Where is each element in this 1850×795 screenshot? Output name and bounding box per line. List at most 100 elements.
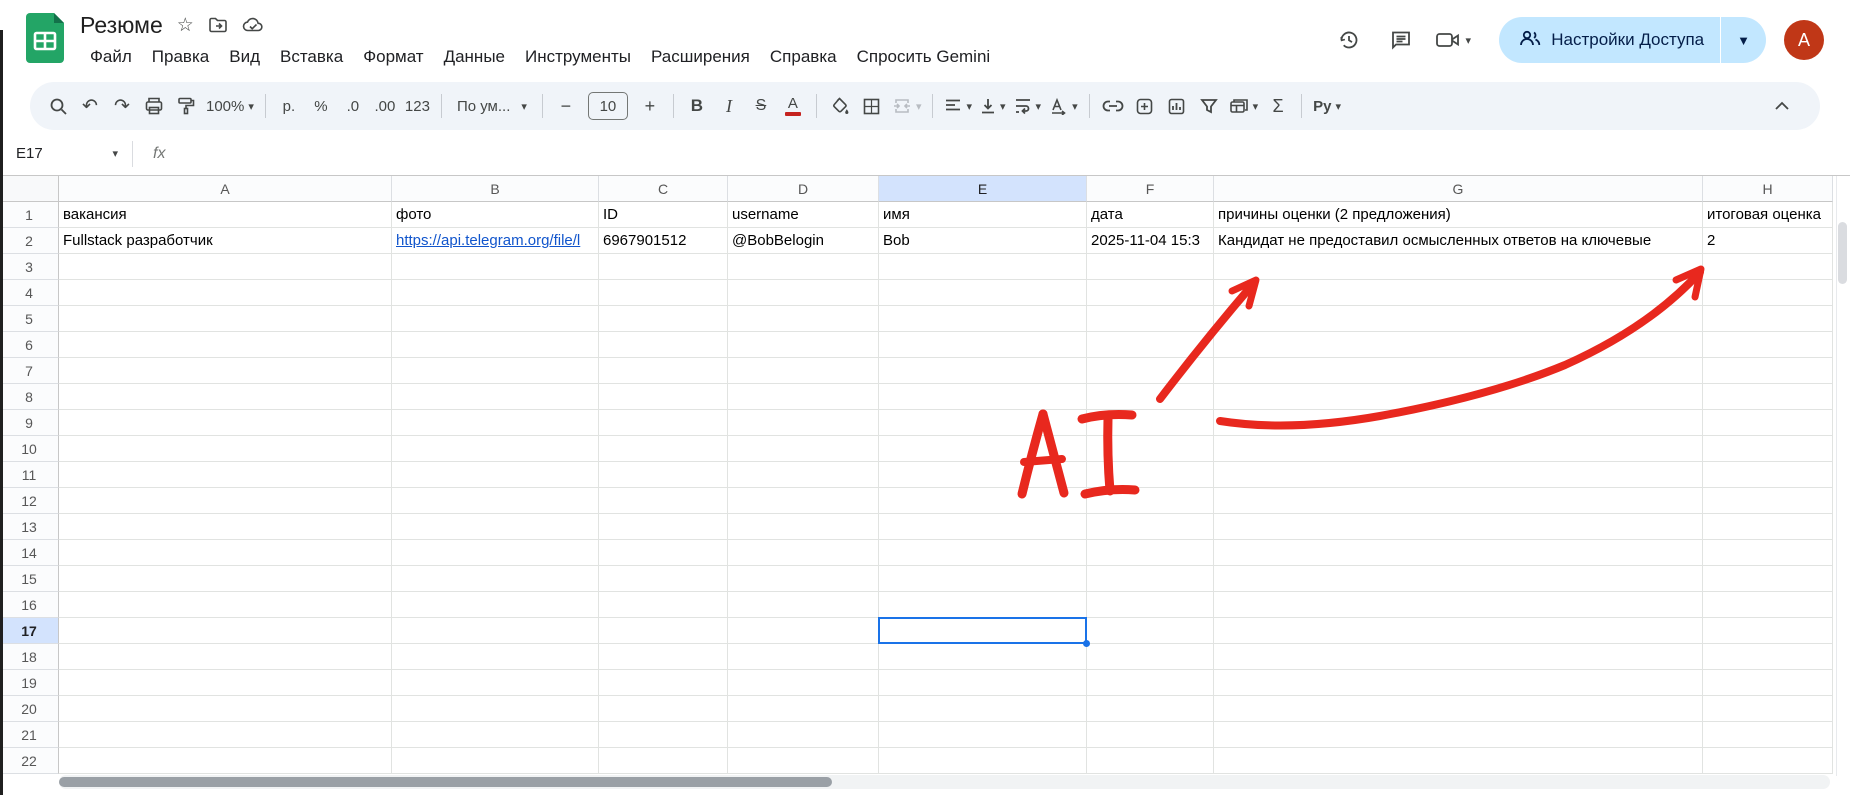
row-header-17[interactable]: 17 [0,618,59,644]
comments-icon[interactable] [1375,17,1427,63]
cell-A16[interactable] [59,592,392,618]
cell-H11[interactable] [1703,462,1833,488]
cell-F8[interactable] [1087,384,1214,410]
cell-H22[interactable] [1703,748,1833,774]
text-wrap-button[interactable]: ▾ [1010,89,1046,123]
cell-E6[interactable] [879,332,1087,358]
cell-H7[interactable] [1703,358,1833,384]
cell-C5[interactable] [599,306,728,332]
cell-F14[interactable] [1087,540,1214,566]
cell-H20[interactable] [1703,696,1833,722]
font-size-input[interactable]: 10 [588,92,628,120]
cell-H1[interactable]: итоговая оценка [1703,202,1833,228]
cell-F20[interactable] [1087,696,1214,722]
cell-C19[interactable] [599,670,728,696]
cell-C11[interactable] [599,462,728,488]
increase-decimals-button[interactable]: .00 [369,89,401,123]
hide-menus-button[interactable] [1766,89,1798,123]
cell-B2[interactable]: https://api.telegram.org/file/l [392,228,599,254]
cell-H21[interactable] [1703,722,1833,748]
cell-G7[interactable] [1214,358,1703,384]
cell-D17[interactable] [728,618,879,644]
cell-D18[interactable] [728,644,879,670]
cell-H18[interactable] [1703,644,1833,670]
cell-A19[interactable] [59,670,392,696]
cell-E12[interactable] [879,488,1087,514]
row-header-8[interactable]: 8 [0,384,59,410]
row-header-6[interactable]: 6 [0,332,59,358]
cell-D15[interactable] [728,566,879,592]
cell-E7[interactable] [879,358,1087,384]
cell-H12[interactable] [1703,488,1833,514]
cell-F2[interactable]: 2025-11-04 15:3 [1087,228,1214,254]
cell-F1[interactable]: дата [1087,202,1214,228]
cell-H2[interactable]: 2 [1703,228,1833,254]
column-header-G[interactable]: G [1214,176,1703,202]
document-title[interactable]: Резюме [80,12,163,39]
menu-item-1[interactable]: Правка [142,44,219,70]
cell-A12[interactable] [59,488,392,514]
cell-E10[interactable] [879,436,1087,462]
cell-E14[interactable] [879,540,1087,566]
cell-F5[interactable] [1087,306,1214,332]
cell-D7[interactable] [728,358,879,384]
menu-item-7[interactable]: Расширения [641,44,760,70]
cell-E13[interactable] [879,514,1087,540]
cell-G3[interactable] [1214,254,1703,280]
cell-G6[interactable] [1214,332,1703,358]
cell-G15[interactable] [1214,566,1703,592]
cell-E1[interactable]: имя [879,202,1087,228]
cell-G13[interactable] [1214,514,1703,540]
cell-C21[interactable] [599,722,728,748]
zoom-select[interactable]: 100% ▾ [202,89,258,123]
cell-D1[interactable]: username [728,202,879,228]
cell-A1[interactable]: вакансия [59,202,392,228]
menu-item-3[interactable]: Вставка [270,44,353,70]
cloud-saved-icon[interactable] [242,15,264,35]
cell-D14[interactable] [728,540,879,566]
cell-B16[interactable] [392,592,599,618]
select-all-corner[interactable] [0,176,59,202]
row-header-9[interactable]: 9 [0,410,59,436]
cell-A22[interactable] [59,748,392,774]
row-header-14[interactable]: 14 [0,540,59,566]
cell-A10[interactable] [59,436,392,462]
row-header-10[interactable]: 10 [0,436,59,462]
cell-F9[interactable] [1087,410,1214,436]
cell-A18[interactable] [59,644,392,670]
column-header-A[interactable]: A [59,176,392,202]
cell-B3[interactable] [392,254,599,280]
cell-C9[interactable] [599,410,728,436]
cell-B8[interactable] [392,384,599,410]
cell-B11[interactable] [392,462,599,488]
cell-D8[interactable] [728,384,879,410]
cell-B10[interactable] [392,436,599,462]
cell-F18[interactable] [1087,644,1214,670]
format-percent-button[interactable]: % [305,89,337,123]
row-header-4[interactable]: 4 [0,280,59,306]
increase-font-size-button[interactable]: + [634,89,666,123]
cell-F17[interactable] [1087,618,1214,644]
cell-E11[interactable] [879,462,1087,488]
cell-H15[interactable] [1703,566,1833,592]
row-header-1[interactable]: 1 [0,202,59,228]
cell-G17[interactable] [1214,618,1703,644]
formula-input[interactable] [165,132,1850,175]
cell-A2[interactable]: Fullstack разработчик [59,228,392,254]
menu-item-0[interactable]: Файл [80,44,142,70]
italic-button[interactable]: I [713,89,745,123]
cell-G22[interactable] [1214,748,1703,774]
fill-color-button[interactable] [824,89,856,123]
cell-G11[interactable] [1214,462,1703,488]
cell-F19[interactable] [1087,670,1214,696]
cell-D6[interactable] [728,332,879,358]
cell-E21[interactable] [879,722,1087,748]
cell-A17[interactable] [59,618,392,644]
cell-B17[interactable] [392,618,599,644]
cell-C15[interactable] [599,566,728,592]
cell-D21[interactable] [728,722,879,748]
cell-C8[interactable] [599,384,728,410]
decrease-decimals-button[interactable]: .0 [337,89,369,123]
version-history-icon[interactable] [1323,17,1375,63]
menu-item-6[interactable]: Инструменты [515,44,641,70]
